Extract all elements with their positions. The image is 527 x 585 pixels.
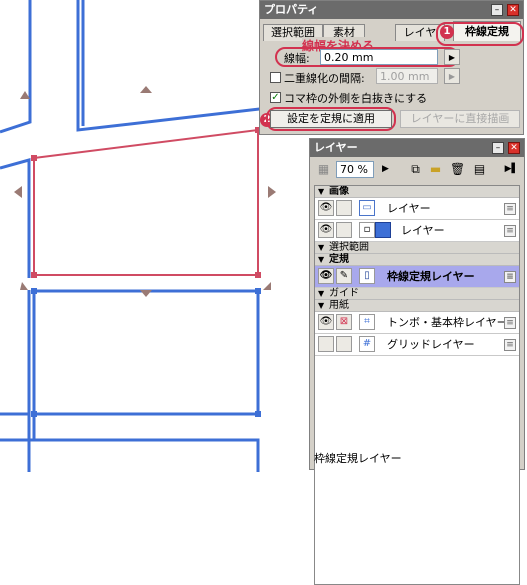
layer-minimize-button[interactable]: – (492, 142, 504, 154)
layer-row[interactable]: 👁 ⊠ ⌗ トンボ・基本枠レイヤー ≡ (315, 312, 519, 334)
layer-group-image[interactable]: ▼ 画像 (315, 186, 519, 198)
layer-group-paper[interactable]: ▼ 用紙 (315, 300, 519, 312)
collapse-icon[interactable]: ▼ (318, 242, 324, 254)
layer-row[interactable]: 👁 ▫ レイヤー ≡ (315, 220, 519, 242)
layer-name: レイヤー (401, 224, 445, 237)
pen-icon[interactable]: ✎ (336, 268, 352, 284)
collapse-icon[interactable]: ▼ (318, 186, 324, 198)
double-line-dropdown-button[interactable]: ▶ (444, 68, 460, 84)
eye-icon[interactable]: 👁 (318, 222, 334, 238)
collapse-icon[interactable]: ▼ (318, 254, 324, 266)
property-panel: プロパティ – ✕ 選択範囲 素材 レイヤ 枠線定規 1 線幅を決める 線幅: … (259, 0, 524, 135)
collapse-icon[interactable]: ▼ (318, 300, 324, 312)
eye-icon[interactable]: 👁 (318, 314, 334, 330)
double-line-checkbox[interactable] (270, 72, 281, 83)
layer-row[interactable]: 👁 ▭ レイヤー ≡ (315, 198, 519, 220)
fill-white-label: コマ枠の外側を白抜きにする (284, 92, 428, 105)
layer-option-icon[interactable]: ≡ (504, 339, 516, 351)
layer-group-selection[interactable]: ▼ 選択範囲 (315, 242, 519, 254)
new-layer-icon[interactable]: ⧉ (408, 162, 423, 177)
layer-settings-icon[interactable]: ▤ (472, 162, 487, 177)
width-label: 線幅: (284, 52, 310, 65)
group-label: 画像 (329, 186, 349, 197)
layer-name: 枠線定規レイヤー (387, 270, 475, 283)
trash-icon[interactable]: 🗑 (450, 162, 465, 177)
folder-icon[interactable]: ▬ (428, 162, 443, 177)
group-label: 定規 (329, 254, 349, 265)
layer-option-icon[interactable]: ≡ (504, 271, 516, 283)
hidden-marker-icon[interactable]: ⊠ (336, 314, 352, 330)
close-button[interactable]: ✕ (507, 4, 519, 16)
group-label: 用紙 (329, 300, 349, 311)
layer-thumb-icon: ▫ (359, 222, 375, 238)
apply-to-ruler-button[interactable]: 設定を定規に適用 (270, 110, 392, 128)
layer-option-icon[interactable]: ≡ (504, 203, 516, 215)
grid-layer-icon: # (359, 336, 375, 352)
group-label: ガイド (329, 288, 359, 299)
layer-group-ruler[interactable]: ▼ 定規 (315, 254, 519, 266)
layer-panel: レイヤー – ✕ ▦ 70 % ▶ ⧉ ▬ 🗑 ▤ ▶▌ ▼ 画像 👁 ▭ レイヤ… (309, 138, 525, 585)
eye-toggle[interactable] (318, 336, 334, 352)
collapse-icon[interactable]: ▼ (318, 288, 324, 300)
layer-name: トンボ・基本枠レイヤー (387, 316, 508, 329)
lock-toggle[interactable] (336, 222, 352, 238)
eye-icon[interactable]: 👁 (318, 200, 334, 216)
lock-toggle[interactable] (336, 336, 352, 352)
double-line-label: 二重線化の間隔: (284, 72, 365, 85)
crop-mark-icon: ⌗ (359, 314, 375, 330)
frame-ruler-icon: ▯ (359, 268, 375, 284)
group-label: 選択範囲 (329, 242, 369, 253)
panel-menu-icon[interactable]: ▶▌ (504, 162, 519, 177)
zoom-input[interactable]: 70 % (336, 161, 374, 178)
layer-status: 枠線定規レイヤー (314, 452, 402, 465)
layer-row[interactable]: # グリッドレイヤー ≡ (315, 334, 519, 356)
width-dropdown-button[interactable]: ▶ (444, 49, 460, 65)
layer-close-button[interactable]: ✕ (508, 142, 520, 154)
layer-type-icon (375, 222, 391, 238)
layer-group-guide[interactable]: ▼ ガイド (315, 288, 519, 300)
lock-toggle[interactable] (336, 200, 352, 216)
minimize-button[interactable]: – (491, 4, 503, 16)
grid-icon[interactable]: ▦ (316, 162, 331, 177)
draw-on-layer-button[interactable]: レイヤーに直接描画 (400, 110, 520, 128)
annotation-tab-highlight (436, 22, 524, 46)
layer-row-selected[interactable]: 👁 ✎ ▯ 枠線定規レイヤー ≡ (315, 266, 519, 288)
width-input[interactable]: 0.20 mm (320, 49, 438, 65)
layer-name: グリッドレイヤー (387, 338, 475, 351)
layer-option-icon[interactable]: ≡ (504, 225, 516, 237)
double-line-input[interactable]: 1.00 mm (376, 68, 438, 84)
property-panel-title[interactable]: プロパティ (260, 1, 523, 19)
eye-icon[interactable]: 👁 (318, 268, 334, 284)
layer-list: ▼ 画像 👁 ▭ レイヤー ≡ 👁 ▫ レイヤー ≡ ▼ 選択範囲 ▼ 定規 👁 ✎ … (314, 185, 520, 585)
fill-white-checkbox[interactable]: ✓ (270, 92, 281, 103)
layer-type-icon: ▭ (359, 200, 375, 216)
layer-toolbar: ▦ 70 % ▶ ⧉ ▬ 🗑 ▤ ▶▌ (312, 159, 522, 181)
layer-name: レイヤー (387, 202, 431, 215)
zoom-arrow-icon[interactable]: ▶ (378, 162, 393, 177)
layer-option-icon[interactable]: ≡ (504, 317, 516, 329)
